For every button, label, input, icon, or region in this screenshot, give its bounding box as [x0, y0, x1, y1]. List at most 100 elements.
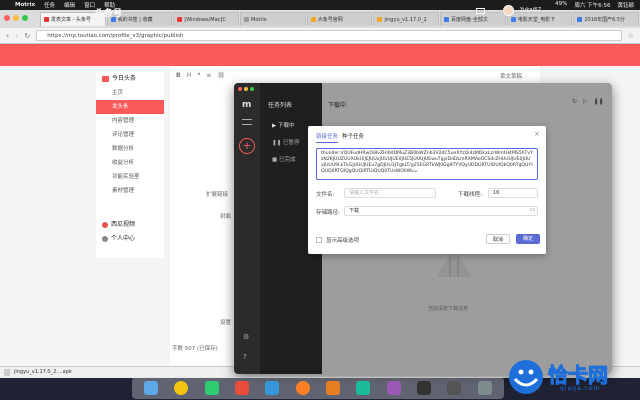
sidebar-group-label: 西瓜视频 [111, 221, 136, 228]
close-icon[interactable]: × [534, 130, 540, 138]
menu-task[interactable]: 任务 [44, 1, 55, 9]
toutiao-logo[interactable]: 头条号 [95, 6, 122, 19]
sidebar-group-toutiao[interactable]: 今日头条 [96, 72, 164, 86]
motrix-maximize-button[interactable] [250, 87, 254, 91]
motrix-dock-icon[interactable] [447, 381, 462, 395]
star-icon[interactable]: ☆ [628, 32, 634, 40]
sidebar-item-content[interactable]: 内容管理 [96, 114, 164, 128]
avatar[interactable] [503, 5, 514, 16]
person-icon [102, 235, 108, 242]
sidebar-item-lab[interactable]: 功能实验室 [96, 170, 164, 184]
cover-label: 封面 [220, 214, 232, 220]
sidebar-item-income[interactable]: 收益分析 [96, 156, 164, 170]
list-icon[interactable]: ≡ [206, 72, 211, 79]
help-icon[interactable]: ? [243, 353, 247, 361]
app-icon[interactable] [356, 381, 371, 395]
url-field[interactable]: https://mp.toutiao.com/profile_v3/graphi… [36, 30, 622, 41]
page-favicon [510, 17, 516, 22]
forward-icon[interactable]: › [15, 31, 18, 40]
wechat-icon[interactable] [204, 381, 219, 395]
editor-toolbar: B H ❝ ≡ ⛓ [176, 72, 225, 79]
tab-movie-heaven[interactable]: 电影天堂_电影下 [506, 12, 573, 26]
url-textarea[interactable]: thunder://QUFodHRwOi8vZHl0dDMuZ3B0bWZnb3… [316, 148, 538, 180]
pause-icon: ❚❚ [272, 140, 283, 146]
settings-label: 设置 [220, 320, 232, 326]
tab-label: 百度网盘-全部文 [451, 17, 488, 23]
tab-movies-2018[interactable]: 2018年国产6.5分 [573, 12, 640, 26]
task-filter-paused[interactable]: ❚❚ 已暂停 [272, 138, 299, 146]
toutiao-icon [102, 75, 109, 82]
sidebar-item-publish[interactable]: 发头条 [96, 100, 164, 114]
menu-window[interactable]: 窗口 [84, 1, 95, 9]
app-icon[interactable] [386, 381, 401, 395]
download-filename[interactable]: jingyu_v1.17.0_2....apk [14, 369, 72, 375]
sidebar-item-home[interactable]: 主页 [96, 86, 164, 100]
tab-torrent-task[interactable]: 种子任务 [342, 132, 364, 140]
path-input[interactable]: 下载 [344, 206, 538, 216]
tab-motrix[interactable]: Motrix [240, 12, 306, 26]
page-favicon [310, 17, 316, 22]
finder-icon[interactable] [144, 381, 159, 395]
tab-baidu-pan[interactable]: 百度网盘-全部文 [440, 12, 506, 26]
add-task-icon[interactable]: + [239, 138, 255, 154]
toutiao-favicon [44, 17, 49, 22]
qq-icon[interactable] [265, 381, 280, 395]
advanced-label: 显示高级选项 [326, 238, 360, 244]
sidebar-item-comments[interactable]: 评论管理 [96, 128, 164, 142]
heading-icon[interactable]: H [187, 72, 192, 79]
folder-icon[interactable]: ▭ [530, 206, 536, 213]
menu-edit[interactable]: 编辑 [64, 1, 75, 9]
link-icon[interactable]: ⛓ [217, 72, 225, 79]
tab-label: 发表文章 - 头条号 [51, 17, 91, 23]
sidebar-group-xigua[interactable]: 西瓜视频 [96, 218, 164, 232]
motrix-close-button[interactable] [238, 87, 242, 91]
motrix-window-controls [238, 87, 254, 91]
sidebar-group-label: 今日头条 [112, 75, 137, 82]
window-controls [4, 15, 28, 21]
battery-percent[interactable]: 49% [555, 1, 567, 9]
back-icon[interactable]: ‹ [6, 31, 9, 40]
quote-icon[interactable]: ❝ [197, 72, 200, 79]
netease-music-icon[interactable] [235, 381, 250, 395]
page-favicon [244, 17, 250, 22]
ok-button[interactable]: 确定 [516, 234, 540, 244]
motrix-logo-icon: m [242, 100, 252, 110]
reload-icon[interactable]: ↻ [24, 32, 30, 40]
clock[interactable]: 周六 下午6:56 [574, 1, 610, 9]
minimize-window-button[interactable] [13, 15, 19, 21]
chrome-icon[interactable] [174, 381, 189, 395]
tab-daxiang[interactable]: 大象号官网 [306, 12, 373, 26]
weibo-icon[interactable] [295, 381, 310, 395]
filename-input[interactable]: 请输入文件名 [344, 188, 436, 198]
tab-jingyu[interactable]: jingyu_v1.17.0_2 [373, 12, 440, 26]
motrix-minimize-button[interactable] [244, 87, 248, 91]
task-filter-label: 已完成 [278, 157, 296, 163]
cancel-button[interactable]: 取消 [486, 234, 510, 244]
menubar-app-name[interactable]: Motrix [15, 2, 35, 8]
add-task-dialog: 链接任务 种子任务 × thunder://QUFodHRwOi8vZHl0dD… [308, 126, 546, 254]
menubar-user[interactable]: 黄钰颖 [617, 1, 634, 9]
word-count: 字数 507 (已保存) [172, 346, 218, 352]
bold-icon[interactable]: B [176, 72, 181, 79]
tab-windows-mac[interactable]: [Windows/Mac]C [173, 12, 240, 26]
close-window-button[interactable] [4, 15, 10, 21]
mail-icon[interactable] [476, 8, 485, 14]
sidebar-item-materials[interactable]: 素材管理 [96, 184, 164, 198]
path-label: 存储路径: [316, 210, 340, 216]
terminal-icon[interactable] [417, 381, 432, 395]
maximize-window-button[interactable] [22, 15, 28, 21]
threads-stepper[interactable]: 16 [488, 188, 538, 198]
watermark-text: 恰卡网 [548, 363, 609, 388]
settings-icon[interactable]: ⚙ [243, 333, 249, 341]
sidebar-group-profile[interactable]: 个人中心 [96, 232, 164, 246]
outlook-icon[interactable] [326, 381, 341, 395]
username[interactable]: Yukai67 [520, 7, 541, 13]
task-filter-done[interactable]: ■ 已完成 [272, 155, 295, 163]
advanced-checkbox[interactable] [316, 237, 322, 243]
tab-link-task[interactable]: 链接任务 [316, 132, 339, 143]
menu-icon[interactable] [242, 119, 252, 125]
trash-icon[interactable] [477, 381, 492, 395]
draft-label[interactable]: 草文草稿 [500, 72, 522, 80]
sidebar-item-data[interactable]: 数据分析 [96, 142, 164, 156]
task-filter-active[interactable]: ▶ 下载中 [272, 121, 295, 129]
